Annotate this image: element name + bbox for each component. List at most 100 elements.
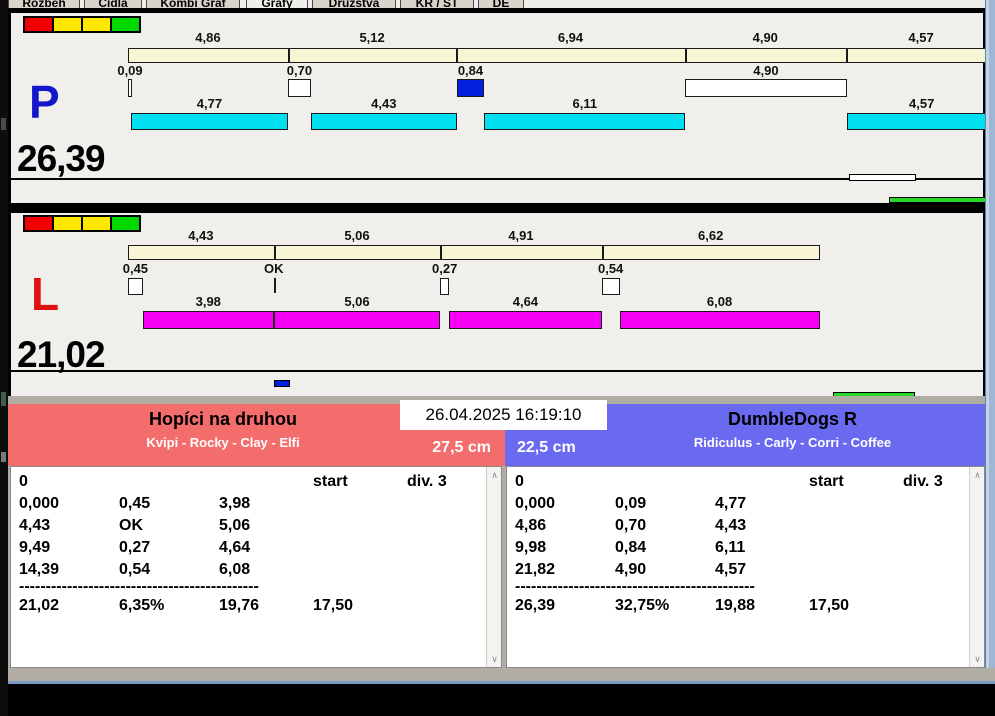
changeover-label: OK xyxy=(263,261,284,276)
changeover-box xyxy=(440,278,450,295)
split-divider xyxy=(845,49,848,62)
split-divider xyxy=(456,49,459,62)
table-separator: ----------------------------------------… xyxy=(515,581,755,595)
desktop-fleck xyxy=(1,452,6,462)
jump-height-blue: 22,5 cm xyxy=(517,439,576,456)
scroll-up-icon[interactable]: ∧ xyxy=(970,467,984,483)
changeover-box xyxy=(128,79,132,97)
scrollbar[interactable]: ∧ ∨ xyxy=(486,467,501,667)
light-green-icon xyxy=(110,16,141,33)
cell: 4,86 xyxy=(515,517,547,534)
run-bar xyxy=(846,113,995,130)
separator-band xyxy=(8,203,985,213)
blue-bar-mark xyxy=(274,380,290,387)
lane-total-l: 21,02 xyxy=(17,334,106,375)
cell xyxy=(305,537,399,559)
cell: start xyxy=(313,473,348,490)
cell: 0,54 xyxy=(119,561,151,578)
datetime-display: 26.04.2025 16:19:10 xyxy=(400,400,607,430)
split-label: 5,12 xyxy=(359,30,385,45)
cell xyxy=(305,515,399,537)
run-label: 3,98 xyxy=(195,294,221,309)
table-row: 9,98 0,84 6,11 xyxy=(507,537,984,559)
cell: 0,45 xyxy=(119,495,151,512)
cell: 3,98 xyxy=(219,495,251,512)
outline-box-mark xyxy=(849,174,916,181)
light-red-icon xyxy=(23,215,54,232)
cell: 0,27 xyxy=(119,539,151,556)
desktop-edge xyxy=(0,0,8,716)
cell: OK xyxy=(119,517,143,534)
cell: 4,64 xyxy=(219,539,251,556)
team-members-blue: Ridiculus - Carly - Corri - Coffee xyxy=(693,435,892,450)
split-label: 4,43 xyxy=(188,228,214,243)
run-bar xyxy=(273,311,441,329)
run-bar xyxy=(619,311,820,329)
run-bar xyxy=(142,311,274,329)
run-bar xyxy=(130,113,288,130)
changeover-ok-tick xyxy=(273,278,276,293)
changeover-box xyxy=(456,79,485,97)
desktop-fleck xyxy=(1,392,6,406)
split-label: 4,90 xyxy=(752,30,778,45)
cell: 0,84 xyxy=(615,539,647,556)
cell xyxy=(801,493,895,515)
run-label: 4,64 xyxy=(512,294,539,309)
cell xyxy=(607,471,707,493)
run-label: 4,43 xyxy=(371,96,397,111)
traffic-lights xyxy=(23,215,141,232)
run-label: 5,06 xyxy=(344,294,370,309)
cell: 0,000 xyxy=(19,495,60,512)
jump-height-red: 27,5 cm xyxy=(432,439,491,456)
table-row: 14,39 0,54 6,08 xyxy=(11,559,501,581)
scrollbar[interactable]: ∧ ∨ xyxy=(969,467,984,667)
run-label: 6,08 xyxy=(706,294,733,309)
results-table-red: 0 start div. 3 0,000 0,45 3,98 4,43 OK 5,06 9,49 0… xyxy=(10,466,502,668)
split-bar xyxy=(128,245,820,260)
changeover-label: 0,54 xyxy=(597,261,624,276)
changeover-box xyxy=(685,79,847,97)
scroll-down-icon[interactable]: ∨ xyxy=(970,651,984,667)
table-totals-row: 26,39 32,75% 19,88 17,50 xyxy=(507,595,984,617)
cell: 14,39 xyxy=(19,561,60,578)
window-border-right-highlight xyxy=(986,0,989,684)
cell xyxy=(211,471,305,493)
cell: 9,98 xyxy=(515,539,547,556)
split-divider xyxy=(440,246,443,259)
cell xyxy=(707,471,801,493)
cell: 4,77 xyxy=(715,495,747,512)
cell: 6,08 xyxy=(219,561,251,578)
changeover-label: 0,84 xyxy=(457,63,484,78)
scroll-up-icon[interactable]: ∧ xyxy=(487,467,501,483)
cell: 26,39 xyxy=(515,597,556,614)
baseline xyxy=(11,178,983,180)
cell: 4,43 xyxy=(715,517,747,534)
cell: 9,49 xyxy=(19,539,51,556)
cell: 0 xyxy=(19,473,28,490)
scroll-down-icon[interactable]: ∨ xyxy=(487,651,501,667)
results-table-blue: 0 start div. 3 0,000 0,09 4,77 4,86 0,70 4,43 9,9… xyxy=(506,466,985,668)
cell: 6,11 xyxy=(715,539,746,556)
lane-panel-left: L 21,02 4,43 5,06 4,91 6,62 0,45 3,98 OK 5,06 0,… xyxy=(8,213,985,398)
light-yellow-icon xyxy=(52,215,83,232)
lane-total-p: 26,39 xyxy=(17,138,106,179)
cell: 0 xyxy=(515,473,524,490)
light-green-icon xyxy=(110,215,141,232)
cell: 6,35% xyxy=(119,597,165,614)
app-window: Rozběh Čidla Kombi Graf Grafy Družstva KR / S… xyxy=(0,0,995,716)
cell: 19,76 xyxy=(219,597,260,614)
split-label: 6,62 xyxy=(698,228,724,243)
run-label: 4,77 xyxy=(196,96,223,111)
light-red-icon xyxy=(23,16,54,33)
cell: 19,88 xyxy=(715,597,756,614)
cell xyxy=(111,471,211,493)
split-divider xyxy=(273,246,276,259)
light-yellow2-icon xyxy=(81,16,112,33)
changeover-label: 0,70 xyxy=(286,63,313,78)
table-totals-row: 21,02 6,35% 19,76 17,50 xyxy=(11,595,501,617)
lane-letter-p: P xyxy=(29,76,60,128)
lane-panel-right: P 26,39 4,86 5,12 6,94 4,90 4,57 0,09 4,77 0,70… xyxy=(8,13,995,203)
changeover-label: 0,09 xyxy=(117,63,143,78)
table-row: 4,43 OK 5,06 xyxy=(11,515,501,537)
cell: 17,50 xyxy=(313,597,354,614)
